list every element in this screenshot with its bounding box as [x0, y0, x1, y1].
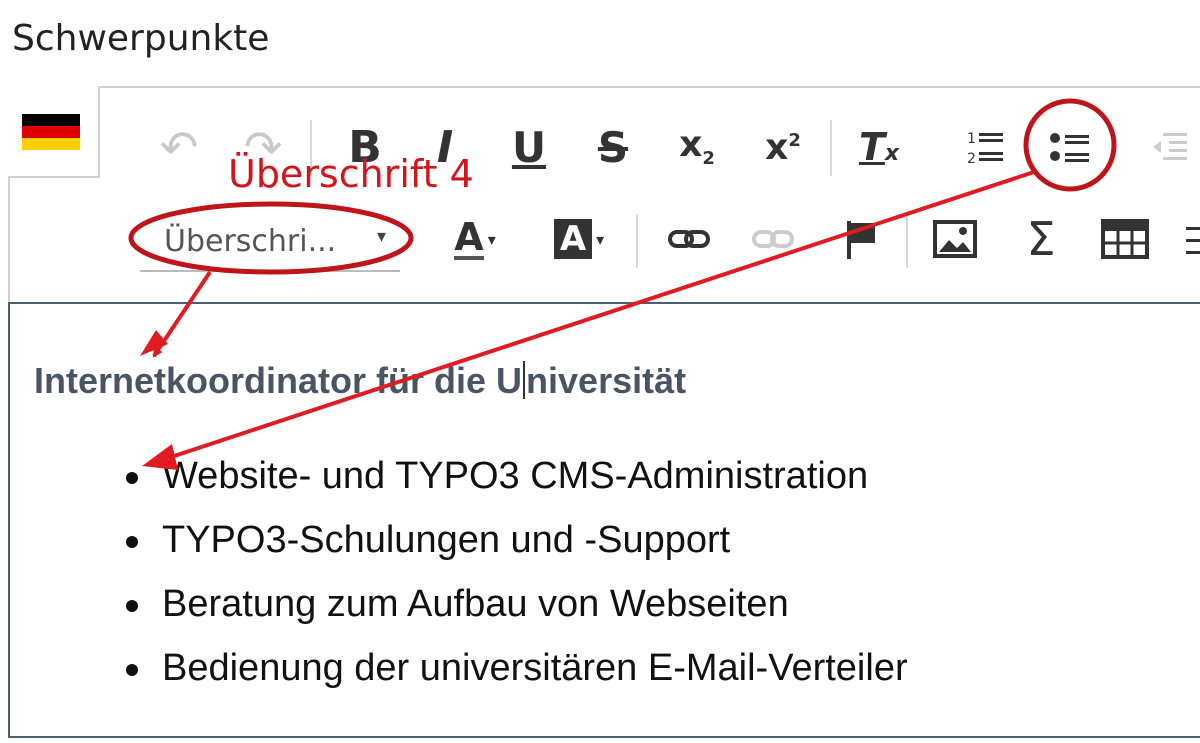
bulleted-list-button[interactable] — [1040, 118, 1098, 176]
table-icon — [1101, 219, 1149, 259]
content-heading: Internetkoordinator für die Universität — [34, 360, 687, 401]
background-color-button[interactable]: A ▾ — [542, 210, 616, 268]
underline-icon: U — [511, 122, 547, 172]
bulleted-list-icon — [1050, 133, 1089, 162]
link-button[interactable] — [660, 210, 718, 268]
sigma-icon: Σ — [1026, 212, 1056, 266]
math-button[interactable]: Σ — [1012, 210, 1070, 268]
superscript-button[interactable]: x2 — [754, 118, 812, 176]
list-item: TYPO3-Schulungen und -Support — [120, 508, 908, 572]
outdent-button[interactable] — [1140, 118, 1198, 176]
superscript-icon: x2 — [765, 126, 801, 168]
remove-format-icon: Tx — [858, 125, 900, 169]
editor-content[interactable]: Internetkoordinator für die Universität … — [8, 302, 1200, 738]
image-button[interactable] — [926, 210, 984, 268]
toolbar-separator — [906, 214, 908, 268]
table-button[interactable] — [1096, 210, 1154, 268]
subscript-button[interactable]: x2 — [668, 118, 726, 176]
strikethrough-icon: S — [597, 122, 629, 172]
numbered-list-icon: 1 2 — [967, 131, 1003, 167]
bullet-list: Website- und TYPO3 CMS-Administration TY… — [120, 444, 908, 700]
numbered-list-button[interactable]: 1 2 — [956, 118, 1014, 176]
outdent-icon — [1153, 133, 1187, 160]
svg-text:2: 2 — [967, 151, 976, 167]
format-select-value: Überschri... — [164, 223, 337, 259]
svg-text:1: 1 — [967, 131, 976, 147]
undo-icon: ↶ — [159, 120, 199, 174]
field-label: Schwerpunkte — [12, 18, 270, 59]
annotation-label: Überschrift 4 — [228, 152, 474, 196]
undo-button[interactable]: ↶ — [150, 118, 208, 176]
german-flag-icon — [22, 114, 80, 150]
list-item: Bedienung der universitären E-Mail-Verte… — [120, 636, 908, 700]
unlink-icon — [752, 230, 794, 248]
more-toolbar-button[interactable] — [1180, 210, 1200, 268]
text-cursor — [523, 361, 526, 399]
toolbar-separator — [830, 120, 832, 176]
subscript-icon: x2 — [679, 124, 715, 170]
list-item: Website- und TYPO3 CMS-Administration — [120, 444, 908, 508]
anchor-button[interactable] — [830, 210, 888, 268]
strikethrough-button[interactable]: S — [584, 118, 642, 176]
underline-button[interactable]: U — [500, 118, 558, 176]
background-color-icon: A — [553, 219, 593, 259]
image-icon — [933, 220, 977, 258]
link-icon — [668, 230, 710, 248]
text-color-icon: A — [454, 215, 484, 260]
language-selector[interactable] — [8, 86, 100, 178]
flag-icon — [847, 221, 875, 259]
format-select[interactable]: Überschri... ▾ — [140, 212, 400, 272]
indent-icon — [1186, 227, 1200, 254]
list-item: Beratung zum Aufbau von Webseiten — [120, 572, 908, 636]
chevron-down-icon: ▾ — [376, 226, 386, 247]
text-color-button[interactable]: A ▾ — [440, 210, 510, 268]
remove-format-button[interactable]: Tx — [850, 118, 908, 176]
unlink-button[interactable] — [744, 210, 802, 268]
toolbar-separator — [636, 214, 638, 268]
